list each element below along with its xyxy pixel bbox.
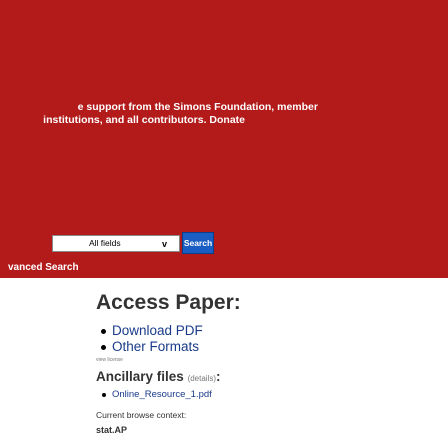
access-paper-title: Access Paper: — [96, 291, 241, 314]
chevron-down-icon[interactable]: v — [149, 236, 180, 251]
ancillary-colon: : — [216, 369, 221, 384]
search-bar: All fields v Search — [0, 232, 448, 256]
ancillary-files-heading: Ancillary files (details): — [96, 369, 221, 384]
search-field-select-value: All fields — [89, 238, 121, 248]
other-formats-link[interactable]: Other Formats — [96, 339, 203, 355]
support-line-1: e support from the Simons Foundation, me… — [77, 101, 318, 113]
download-pdf-link[interactable]: Download PDF — [96, 323, 203, 339]
ancillary-file-list: Online_Resource_1.pdf — [96, 389, 212, 401]
ancillary-files-title: Ancillary files — [96, 369, 184, 384]
download-list: Download PDF Other Formats — [96, 323, 203, 355]
view-license-link[interactable]: view license — [96, 357, 123, 363]
search-button[interactable]: Search — [182, 232, 214, 254]
advanced-search-link[interactable]: vanced Search — [8, 262, 79, 273]
browse-context-value: stat.AP — [96, 425, 128, 435]
ancillary-file-link[interactable]: Online_Resource_1.pdf — [96, 389, 212, 401]
page-header: e support from the Simons Foundation, me… — [0, 0, 448, 278]
support-line-2[interactable]: institutions, and all contributors. Dona… — [43, 113, 245, 127]
browse-context-label: Current browse context: — [96, 410, 187, 420]
ancillary-details-link[interactable]: (details) — [188, 374, 216, 383]
